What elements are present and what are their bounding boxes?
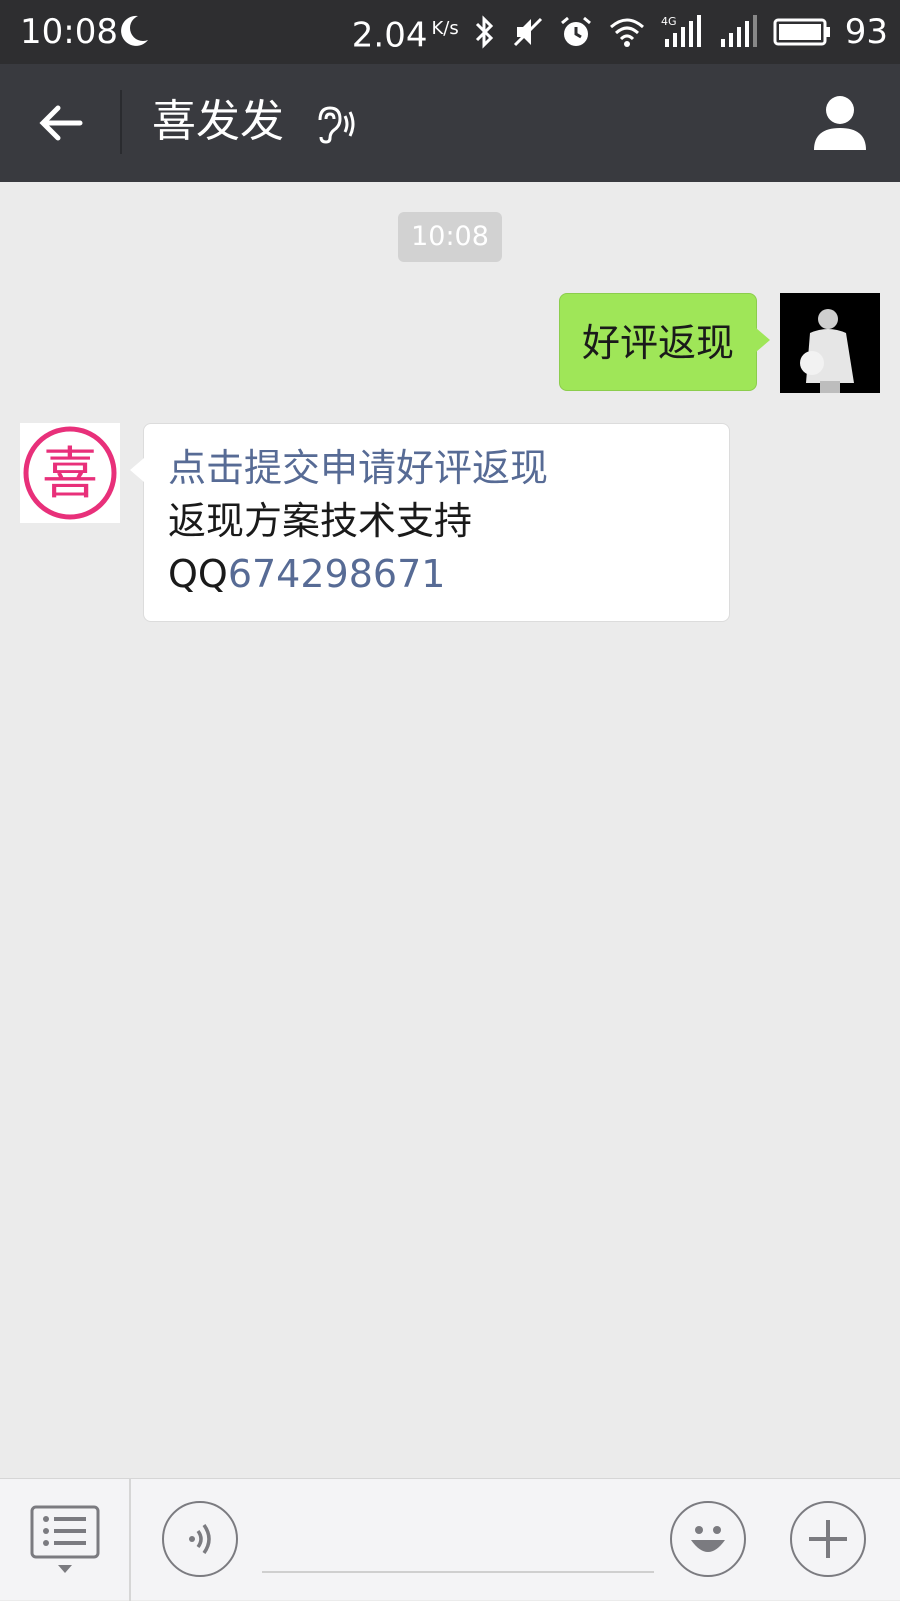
back-arrow-icon[interactable] [36,98,86,148]
person-photo-icon [780,293,880,393]
support-text: 返现方案技术支持 [168,499,473,543]
emoji-button[interactable] [670,1501,746,1577]
svg-text:4G: 4G [661,15,677,28]
voice-button[interactable] [162,1501,238,1577]
xi-logo-icon: 喜 [23,426,117,520]
battery-icon [773,18,830,46]
qq-number-link[interactable]: 674298671 [228,552,446,596]
svg-text:喜: 喜 [42,442,98,507]
voice-icon [189,1523,211,1555]
qq-prefix: QQ [168,552,228,596]
my-message-bubble[interactable]: 好评返现 [559,293,770,391]
contact-message-bubble: 点击提交申请好评返现 返现方案技术支持 QQ674298671 [130,423,730,622]
network-speed: 2.04 K/s [351,15,459,56]
mute-icon [513,17,542,47]
battery-level: 93 [844,12,888,52]
status-bar: 10:08 2.04 K/s 4G 93 [0,0,900,64]
apply-cashback-link[interactable]: 点击提交申请好评返现 [168,446,548,490]
ear-icon [318,106,355,144]
chat-title: 喜发发 [152,96,284,147]
menu-list-icon[interactable] [30,1505,100,1577]
status-indicators: 2.04 K/s 4G 93 [352,8,888,56]
person-icon[interactable] [812,92,868,152]
wifi-icon [609,18,644,47]
message-input[interactable] [262,1509,654,1573]
signal-4g-icon: 4G [661,15,701,47]
alarm-icon [560,16,591,46]
header-divider [120,90,122,154]
emoji-icon [691,1526,725,1552]
more-button[interactable] [790,1501,866,1577]
contact-avatar[interactable]: 喜 [20,423,120,523]
chat-timestamp: 10:08 [398,212,502,262]
moon-icon [121,15,148,46]
bottom-divider [129,1479,131,1601]
chat-header: 喜发发 [0,64,900,182]
bluetooth-icon [475,15,493,49]
input-bar [0,1478,900,1601]
signal-icon [720,15,757,47]
plus-icon [809,1520,847,1558]
my-avatar[interactable] [780,293,880,393]
status-time: 10:08 [20,12,118,52]
